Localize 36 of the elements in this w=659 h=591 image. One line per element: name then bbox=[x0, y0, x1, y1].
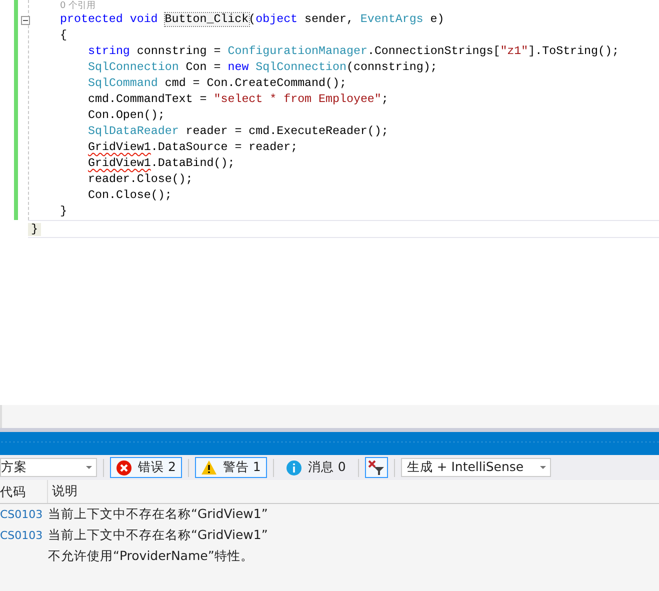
filter-toggle-button[interactable] bbox=[364, 457, 388, 478]
source-dropdown[interactable]: 生成 + IntelliSense bbox=[400, 458, 551, 477]
code-line: SqlDataReader reader = cmd.ExecuteReader(); bbox=[87, 124, 390, 140]
code-line: SqlCommand cmd = Con.CreateCommand(); bbox=[87, 76, 348, 92]
error-description: 不允许使用“ProviderName”特性。 bbox=[48, 548, 254, 565]
info-icon bbox=[286, 460, 302, 476]
collapse-icon[interactable] bbox=[21, 16, 30, 25]
scope-text: 方案 bbox=[1, 459, 27, 476]
caret-icon bbox=[540, 466, 546, 469]
error-filter-button[interactable]: 错误 2 bbox=[110, 457, 182, 478]
code-line: { bbox=[60, 28, 68, 44]
code-line: cmd.CommandText = "select * from Employee"; bbox=[87, 92, 390, 108]
error-description: 当前上下文中不存在名称“GridView1” bbox=[48, 506, 268, 523]
error-icon bbox=[116, 460, 132, 476]
error-description: 当前上下文中不存在名称“GridView1” bbox=[48, 527, 268, 544]
warning-icon bbox=[200, 460, 217, 475]
scope-dropdown[interactable]: 方案 bbox=[0, 458, 97, 477]
column-header[interactable]: 说明 bbox=[48, 483, 78, 500]
error-code: CS0103 bbox=[0, 508, 44, 521]
error-code: CS0103 bbox=[0, 529, 44, 542]
code-line: protected void Button_Click(object sender, EventArgs e) bbox=[60, 12, 446, 28]
source-text: 生成 + IntelliSense bbox=[406, 459, 524, 476]
code-line: Con.Close(); bbox=[87, 188, 173, 204]
column-header[interactable]: 代码 bbox=[0, 480, 48, 503]
code-line: reader.Close(); bbox=[87, 172, 194, 188]
funnel-icon bbox=[368, 460, 385, 475]
code-line: Con.Open(); bbox=[87, 108, 166, 124]
code-line: SqlConnection Con = new SqlConnection(connstring); bbox=[87, 60, 438, 76]
code-line: string connstring = ConfigurationManager.ConnectionStrings["z1"].ToString(); bbox=[87, 44, 619, 60]
code-line: GridView1.DataBind(); bbox=[87, 156, 236, 172]
code-line: GridView1.DataSource = reader; bbox=[87, 140, 299, 156]
info-filter-button[interactable]: 消息 0 bbox=[280, 457, 352, 478]
code-line: } bbox=[60, 204, 68, 220]
warning-filter-button[interactable]: 警告 1 bbox=[194, 457, 267, 478]
caret-icon bbox=[86, 466, 92, 469]
closing-brace: } bbox=[28, 222, 41, 236]
